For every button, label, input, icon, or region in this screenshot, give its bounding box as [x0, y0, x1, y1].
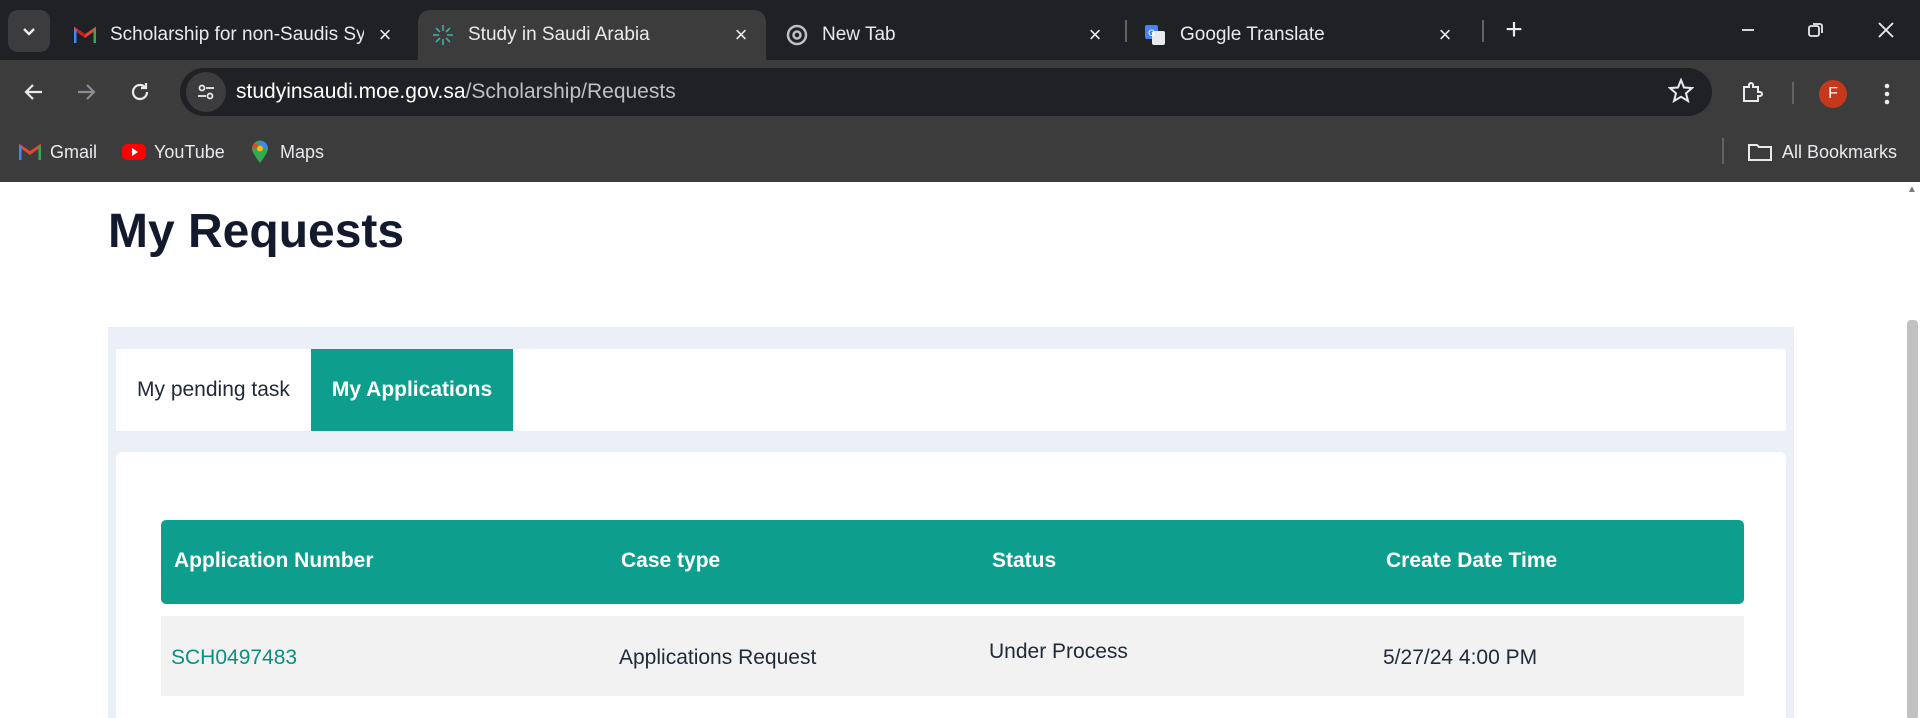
svg-text:G: G: [1148, 29, 1155, 39]
bookmarks-bar: Gmail YouTube Maps All Bookmarks: [0, 122, 1920, 182]
create-date-cell: 5/27/24 4:00 PM: [1383, 646, 1538, 669]
bookmark-label: YouTube: [154, 141, 225, 162]
restore-icon: [1808, 23, 1823, 37]
extensions-button[interactable]: [1734, 74, 1770, 110]
chevron-down-icon: [23, 28, 35, 36]
gmail-icon: [18, 140, 42, 164]
scrollbar-thumb[interactable]: [1907, 320, 1918, 718]
page-content: My Requests My pending task My Applicati…: [0, 182, 1920, 718]
page-title: My Requests: [108, 205, 405, 258]
chrome-icon: [786, 24, 808, 46]
bookmark-youtube[interactable]: YouTube: [122, 138, 225, 166]
new-tab-button[interactable]: +: [1496, 12, 1532, 48]
more-vertical-icon: [1884, 83, 1890, 105]
youtube-icon: [122, 140, 146, 164]
column-header-status[interactable]: Status: [992, 549, 1056, 573]
tab-search-button[interactable]: [8, 10, 50, 52]
tab-title: Scholarship for non-Saudis Syst: [110, 24, 364, 45]
browser-toolbar: studyinsaudi.moe.gov.sa/Scholarship/Requ…: [0, 60, 1920, 122]
tab-separator: [1125, 20, 1127, 42]
toolbar-separator: [1792, 82, 1794, 104]
arrow-right-icon: [78, 84, 96, 100]
maps-icon: [248, 140, 272, 164]
close-icon[interactable]: ×: [1434, 22, 1456, 47]
close-icon[interactable]: ×: [1084, 22, 1106, 47]
tab-separator: [1482, 20, 1484, 42]
tab-title: Study in Saudi Arabia: [468, 24, 650, 45]
bookmark-gmail[interactable]: Gmail: [18, 138, 97, 166]
tab-title: Google Translate: [1180, 24, 1325, 45]
tab-google-translate[interactable]: G Google Translate ×: [1130, 10, 1470, 60]
case-type-cell: Applications Request: [619, 646, 817, 669]
site-info-icon[interactable]: [186, 72, 226, 112]
all-bookmarks-label: All Bookmarks: [1782, 141, 1898, 162]
tab-study-in-saudi[interactable]: Study in Saudi Arabia ×: [418, 10, 766, 60]
bookmark-star-icon[interactable]: [1667, 77, 1695, 110]
back-button[interactable]: [16, 74, 52, 110]
application-number-link[interactable]: SCH0497483: [171, 646, 297, 670]
browser-menu-button[interactable]: [1872, 76, 1902, 112]
folder-icon: [1746, 140, 1774, 164]
scroll-up-icon[interactable]: ▲: [1906, 184, 1918, 195]
forward-button[interactable]: [68, 74, 104, 110]
bookmark-label: Maps: [280, 141, 325, 162]
requests-panel: My pending task My Applications Applicat…: [108, 327, 1794, 718]
all-bookmarks-button[interactable]: All Bookmarks: [1746, 138, 1897, 166]
bookmark-label: Gmail: [50, 141, 98, 162]
close-window-button[interactable]: [1866, 10, 1906, 50]
table-header: Application Number Case type Status Crea…: [161, 520, 1744, 604]
url-host: studyinsaudi.moe.gov.sa: [236, 80, 466, 103]
reload-icon: [131, 83, 149, 101]
tab-my-pending-task[interactable]: My pending task: [116, 349, 311, 431]
address-bar[interactable]: studyinsaudi.moe.gov.sa/Scholarship/Requ…: [180, 68, 1712, 116]
study-in-saudi-icon: [432, 24, 454, 46]
minimize-icon: [1742, 29, 1754, 31]
column-header-create-date-time[interactable]: Create Date Time: [1386, 549, 1557, 573]
status-cell: Under Process: [989, 640, 1128, 663]
table-row: SCH0497483 Applications Request Under Pr…: [161, 616, 1744, 696]
tab-title: New Tab: [822, 24, 896, 45]
bookmarks-separator: [1722, 138, 1724, 164]
arrow-left-icon: [24, 84, 42, 100]
bookmark-maps[interactable]: Maps: [248, 138, 324, 166]
url-path: /Scholarship/Requests: [465, 80, 676, 103]
close-icon[interactable]: ×: [374, 22, 396, 47]
restore-button[interactable]: [1796, 10, 1836, 50]
applications-card: Application Number Case type Status Crea…: [116, 452, 1786, 718]
puzzle-icon: [1743, 82, 1763, 102]
column-header-case-type[interactable]: Case type: [621, 549, 720, 573]
page-scrollbar[interactable]: ▲: [1904, 182, 1920, 718]
column-header-application-number[interactable]: Application Number: [174, 549, 374, 573]
close-icon: [1878, 22, 1894, 38]
applications-table: Application Number Case type Status Crea…: [161, 520, 1744, 696]
minimize-button[interactable]: [1728, 10, 1768, 50]
profile-avatar[interactable]: F: [1819, 80, 1847, 108]
requests-tabs: My pending task My Applications: [116, 349, 1786, 431]
tab-new-tab[interactable]: New Tab ×: [772, 10, 1120, 60]
tab-my-applications[interactable]: My Applications: [310, 349, 514, 431]
tab-scholarship[interactable]: Scholarship for non-Saudis Syst ×: [60, 10, 410, 60]
reload-button[interactable]: [122, 74, 158, 110]
tab-strip: Scholarship for non-Saudis Syst × Study …: [0, 0, 1920, 60]
gmail-icon: [74, 24, 96, 46]
close-icon[interactable]: ×: [730, 22, 752, 47]
google-translate-icon: G: [1144, 24, 1166, 46]
